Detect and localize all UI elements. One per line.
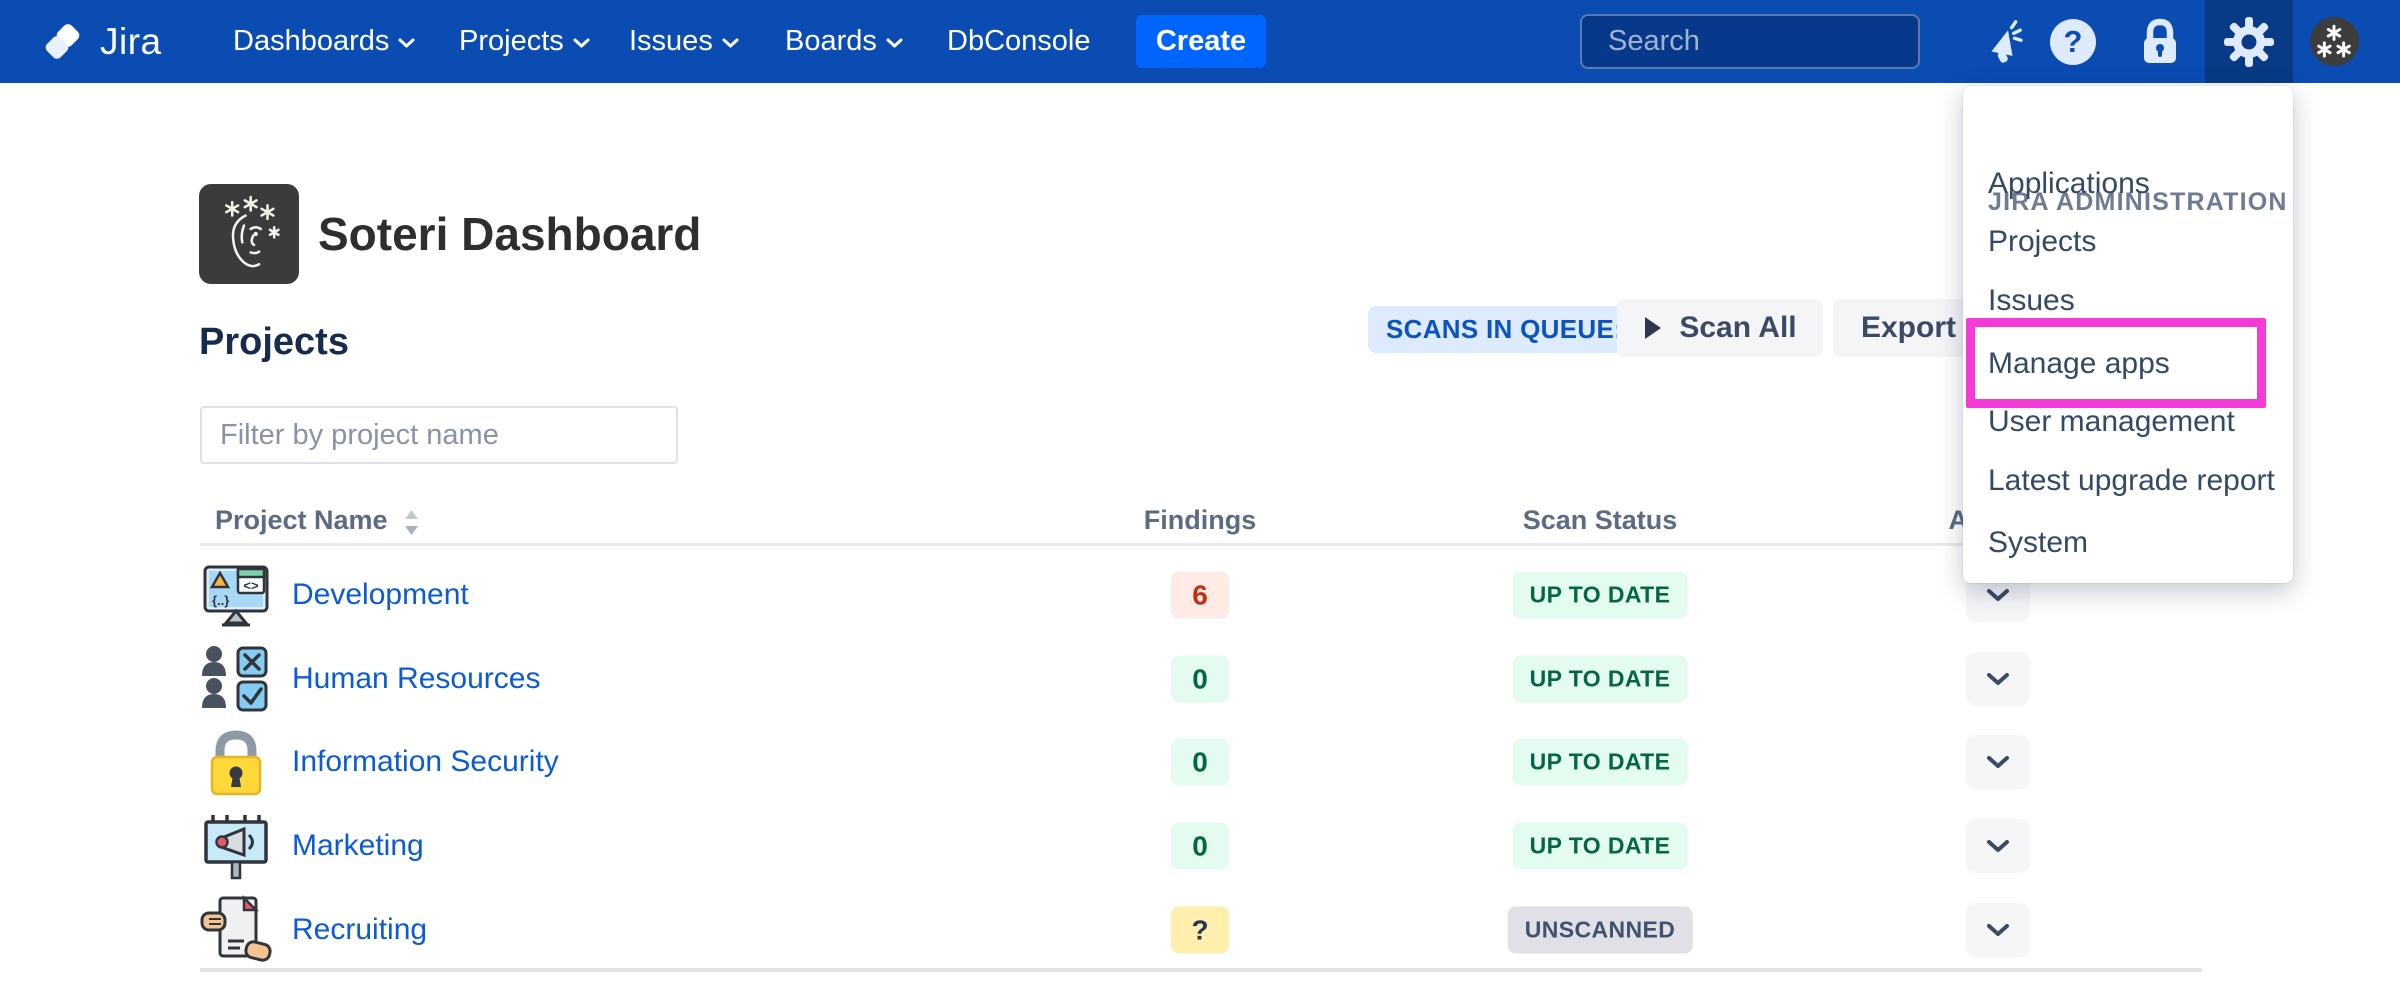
svg-text:{..}: {..}	[212, 593, 229, 608]
play-icon	[1643, 316, 1663, 340]
top-navbar: Jira Dashboards Projects Issues Boards D…	[0, 0, 2400, 83]
status-badge: UP TO DATE	[1513, 823, 1688, 870]
permissions-button[interactable]	[2131, 0, 2189, 83]
page-title: Soteri Dashboard	[318, 207, 701, 261]
findings-badge: 0	[1171, 823, 1229, 870]
findings-badge: 0	[1171, 739, 1229, 786]
snowflakes-avatar-icon	[2313, 21, 2355, 63]
sort-icon[interactable]	[403, 508, 420, 542]
row-actions-button[interactable]	[1966, 819, 2030, 873]
project-link[interactable]: Human Resources	[292, 662, 540, 696]
row-actions-button[interactable]	[1966, 735, 2030, 789]
table-row: Information Security 0 UP TO DATE	[0, 720, 2400, 804]
status-badge: UP TO DATE	[1513, 656, 1688, 703]
lock-icon	[2137, 17, 2183, 67]
development-icon: <> {..}	[200, 559, 272, 631]
chevron-down-icon	[1986, 755, 2010, 769]
menu-item-manage-apps[interactable]: Manage apps	[1988, 343, 2170, 385]
column-header-project-name: Project Name	[215, 505, 388, 536]
project-filter-input[interactable]	[200, 406, 678, 464]
table-bottom-divider	[200, 968, 2202, 972]
jira-logo[interactable]: Jira	[44, 0, 162, 83]
help-icon: ?	[2050, 19, 2096, 65]
table-row: Recruiting ? UNSCANNED	[0, 888, 2400, 972]
table-row: Marketing 0 UP TO DATE	[0, 804, 2400, 888]
chevron-down-icon	[1986, 839, 2010, 853]
project-link[interactable]: Information Security	[292, 745, 559, 779]
project-link[interactable]: Recruiting	[292, 913, 427, 947]
scan-all-button[interactable]: Scan All	[1617, 299, 1823, 357]
column-header-findings: Findings	[1144, 505, 1256, 536]
nav-item-dashboards[interactable]: Dashboards	[233, 0, 415, 83]
row-actions-button[interactable]	[1966, 652, 2030, 706]
jira-logo-text: Jira	[100, 21, 162, 63]
project-link[interactable]: Marketing	[292, 829, 424, 863]
menu-item-applications[interactable]: Applications	[1988, 163, 2150, 205]
help-button[interactable]: ?	[2045, 0, 2101, 83]
soteri-app-logo	[199, 184, 299, 284]
chevron-down-icon	[1986, 672, 2010, 686]
search-input[interactable]	[1608, 25, 1985, 58]
table-row: Human Resources 0 UP TO DATE	[0, 637, 2400, 721]
create-button[interactable]: Create	[1136, 15, 1266, 68]
findings-badge: 0	[1171, 656, 1229, 703]
row-actions-button[interactable]	[1966, 903, 2030, 957]
status-badge: UP TO DATE	[1513, 739, 1688, 786]
user-avatar-button[interactable]	[2306, 0, 2362, 83]
menu-item-issues[interactable]: Issues	[1988, 280, 2075, 322]
marketing-icon	[200, 810, 272, 882]
security-icon	[200, 726, 272, 798]
search-box[interactable]	[1580, 14, 1920, 69]
nav-item-issues[interactable]: Issues	[629, 0, 739, 83]
nav-item-dbconsole[interactable]: DbConsole	[947, 0, 1090, 83]
menu-item-latest-upgrade-report[interactable]: Latest upgrade report	[1988, 460, 2275, 502]
menu-item-system[interactable]: System	[1988, 522, 2088, 564]
status-badge: UP TO DATE	[1513, 572, 1688, 619]
chevron-down-icon	[398, 38, 415, 49]
projects-heading: Projects	[199, 321, 349, 364]
menu-item-projects[interactable]: Projects	[1988, 221, 2096, 263]
menu-item-user-management[interactable]: User management	[1988, 401, 2235, 443]
gear-icon	[2223, 16, 2275, 68]
nav-item-boards[interactable]: Boards	[785, 0, 903, 83]
hr-icon	[200, 643, 272, 715]
column-header-scan-status: Scan Status	[1523, 505, 1678, 536]
findings-badge: 6	[1171, 572, 1229, 619]
avatar	[2310, 17, 2359, 66]
soteri-face-icon	[207, 192, 291, 276]
admin-gear-button[interactable]	[2205, 0, 2293, 83]
svg-text:<>: <>	[243, 578, 259, 593]
findings-badge: ?	[1171, 907, 1229, 954]
jira-administration-menu: JIRA ADMINISTRATION Applications Project…	[1963, 86, 2293, 583]
chevron-down-icon	[1986, 588, 2010, 602]
chevron-down-icon	[722, 38, 739, 49]
status-badge: UNSCANNED	[1508, 907, 1693, 954]
nav-item-projects[interactable]: Projects	[459, 0, 590, 83]
chevron-down-icon	[573, 38, 590, 49]
table-header-divider	[200, 543, 2202, 546]
recruiting-icon	[200, 894, 272, 966]
jira-logo-icon	[44, 19, 90, 65]
chevron-down-icon	[886, 38, 903, 49]
announcements-button[interactable]	[1972, 0, 2038, 83]
project-link[interactable]: Development	[292, 578, 469, 612]
megaphone-icon	[1982, 19, 2028, 65]
chevron-down-icon	[1986, 923, 2010, 937]
